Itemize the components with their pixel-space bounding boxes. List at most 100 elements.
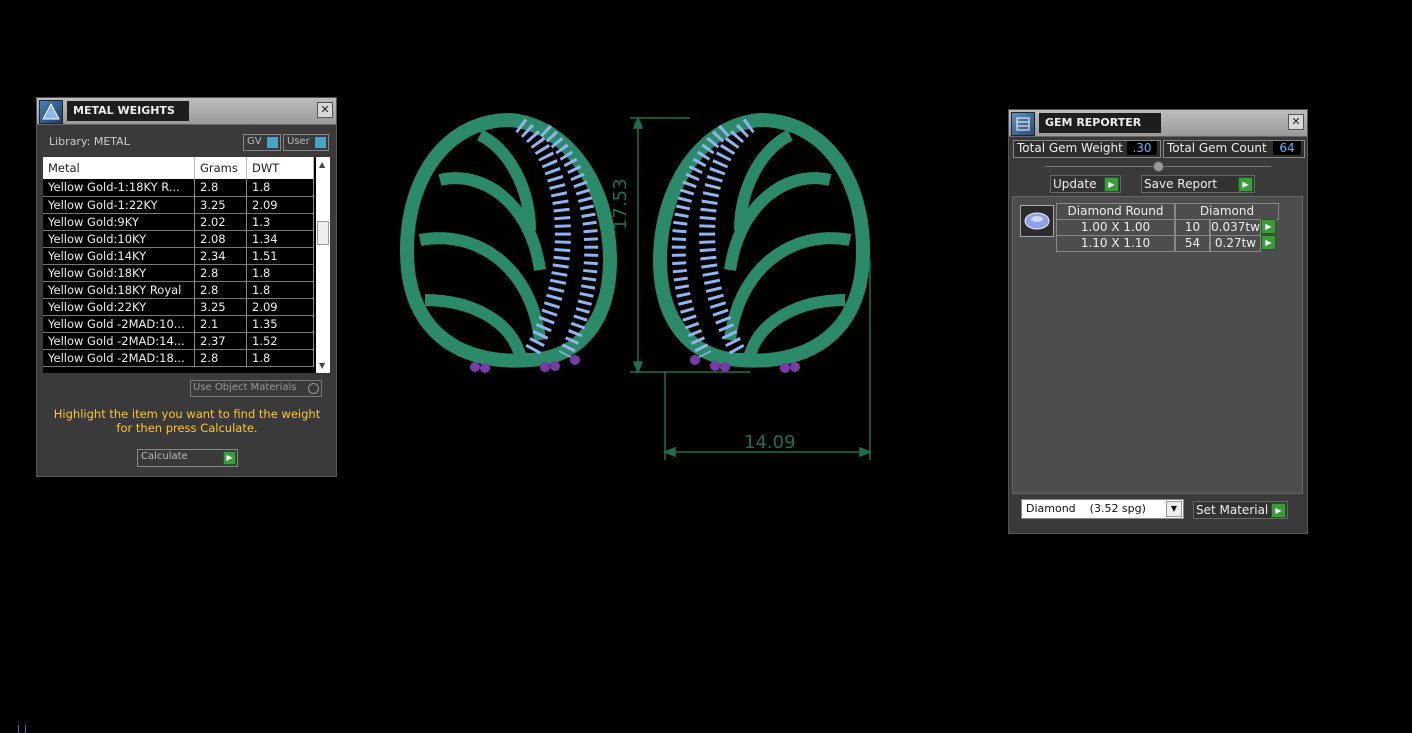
gem-material-header: Diamond — [1175, 203, 1279, 220]
calculate-button[interactable]: Calculate ▶ — [137, 449, 238, 467]
set-material-label: Set Material — [1196, 503, 1269, 517]
grams-cell: 3.25 — [194, 298, 247, 315]
use-object-materials-checkbox[interactable]: Use Object Materials — [190, 380, 322, 397]
grams-cell: 2.8 — [194, 349, 247, 366]
gem-reporter-title: GEM REPORTER — [1039, 113, 1161, 133]
material-select-value: Diamond (3.52 spg) — [1026, 502, 1146, 515]
table-row[interactable]: Yellow Gold -2MAD:14... 2.37 1.52 — [43, 332, 314, 349]
instruction-text: Highlight the item you want to find the … — [53, 407, 321, 435]
column-header-metal[interactable]: Metal — [43, 157, 195, 179]
total-count-value: 64 — [1273, 141, 1301, 155]
gem-report-area: Diamond Round Diamond 1.00 X 1.00 10 0.037… — [1012, 196, 1303, 494]
left-earring — [400, 112, 618, 373]
table-row[interactable]: Yellow Gold-1:18KY R... 2.8 1.8 — [43, 179, 314, 196]
dwt-cell: 1.8 — [246, 179, 314, 196]
metal-cell: Yellow Gold:10KY — [43, 230, 195, 247]
metal-weights-panel: METAL WEIGHTS ✕ Library: METAL GV User M… — [36, 97, 337, 477]
scrollbar[interactable]: ▲ ▼ — [316, 157, 330, 373]
chevron-down-icon[interactable]: ▼ — [1166, 501, 1182, 517]
scroll-down-icon[interactable]: ▼ — [319, 361, 325, 370]
gv-toggle[interactable]: GV — [243, 134, 281, 151]
grams-cell: 2.8 — [194, 264, 247, 281]
set-material-button[interactable]: Set Material ▶ — [1193, 501, 1288, 519]
dwt-cell: 1.3 — [246, 213, 314, 230]
save-report-button[interactable]: Save Report ▶ — [1141, 175, 1255, 193]
total-count-label: Total Gem Count — [1167, 141, 1267, 155]
dwt-cell: 1.34 — [246, 230, 314, 247]
grams-cell: 2.8 — [194, 179, 247, 196]
table-row[interactable]: Yellow Gold:18KY Royal 2.8 1.8 — [43, 281, 314, 298]
gem-size: 1.10 X 1.10 — [1056, 235, 1175, 252]
play-icon[interactable]: ▶ — [1261, 235, 1276, 250]
dwt-cell: 2.09 — [246, 196, 314, 213]
metal-cell: Yellow Gold -2MAD:18... — [43, 349, 195, 366]
total-weight-label: Total Gem Weight — [1017, 141, 1123, 155]
update-label: Update — [1053, 177, 1097, 191]
metal-weights-icon — [39, 100, 63, 124]
viewport-model — [400, 112, 873, 460]
table-row[interactable]: Yellow Gold:9KY 2.02 1.3 — [43, 213, 314, 230]
metal-cell: Yellow Gold:14KY — [43, 247, 195, 264]
gem-count: 10 — [1175, 219, 1210, 236]
gem-reporter-panel: GEM REPORTER ✕ Total Gem Weight .30 Tota… — [1008, 109, 1308, 534]
gem-table-header: Diamond Round Diamond — [1056, 203, 1279, 220]
dwt-cell: 2.09 — [246, 298, 314, 315]
close-icon[interactable]: ✕ — [1288, 114, 1304, 130]
right-earring — [652, 112, 870, 373]
use-object-materials-label: Use Object Materials — [193, 382, 297, 393]
scroll-thumb[interactable] — [317, 221, 329, 245]
toggle-icon — [267, 137, 278, 148]
total-count-field: Total Gem Count 64 — [1163, 140, 1305, 158]
grams-cell: 2.8 — [194, 281, 247, 298]
gem-row[interactable]: 1.10 X 1.10 54 0.27tw ▶ — [1056, 235, 1296, 252]
toggle-icon — [315, 137, 326, 148]
table-row[interactable]: Yellow Gold:10KY 2.08 1.34 — [43, 230, 314, 247]
library-label: Library: METAL — [49, 135, 130, 148]
gem-size: 1.00 X 1.00 — [1056, 219, 1175, 236]
total-weight-value: .30 — [1127, 141, 1157, 155]
table-row[interactable]: Yellow Gold -2MAD:18... 2.8 1.8 — [43, 349, 314, 366]
dwt-cell: 1.8 — [246, 281, 314, 298]
splitter-grip-icon[interactable] — [1153, 161, 1164, 172]
material-select[interactable]: Diamond (3.52 spg) ▼ — [1021, 499, 1184, 519]
table-row[interactable]: Yellow Gold:18KY 2.8 1.8 — [43, 264, 314, 281]
metal-cell: Yellow Gold -2MAD:10... — [43, 315, 195, 332]
column-header-dwt[interactable]: DWT — [246, 157, 314, 179]
save-report-label: Save Report — [1144, 177, 1218, 191]
metal-cell: Yellow Gold-1:22KY — [43, 196, 195, 213]
status-marker — [18, 725, 26, 733]
metal-table: Metal Grams DWT Yellow Gold-1:18KY R... 2… — [43, 157, 330, 373]
grams-cell: 2.1 — [194, 315, 247, 332]
column-header-grams[interactable]: Grams — [194, 157, 247, 179]
dimension-width-label: 14.09 — [744, 432, 796, 453]
grams-cell: 2.02 — [194, 213, 247, 230]
play-icon: ▶ — [1271, 503, 1286, 518]
diamond-round-icon[interactable] — [1020, 205, 1054, 237]
metal-cell: Yellow Gold -2MAD:14... — [43, 332, 195, 349]
grams-cell: 3.25 — [194, 196, 247, 213]
metal-weights-title: METAL WEIGHTS — [67, 101, 189, 121]
table-row[interactable]: Yellow Gold:22KY 3.25 2.09 — [43, 298, 314, 315]
gem-weight: 0.27tw — [1210, 235, 1261, 252]
scroll-up-icon[interactable]: ▲ — [319, 160, 325, 169]
table-row[interactable]: Yellow Gold:14KY 2.34 1.51 — [43, 247, 314, 264]
play-icon: ▶ — [1104, 177, 1119, 192]
user-toggle[interactable]: User — [283, 134, 329, 151]
play-icon: ▶ — [1238, 177, 1253, 192]
total-weight-field: Total Gem Weight .30 — [1013, 140, 1161, 158]
close-icon[interactable]: ✕ — [317, 102, 333, 118]
grams-cell: 2.37 — [194, 332, 247, 349]
gem-row[interactable]: 1.00 X 1.00 10 0.037tw ▶ — [1056, 219, 1296, 236]
metal-weights-titlebar[interactable]: METAL WEIGHTS ✕ — [37, 98, 336, 125]
table-row[interactable]: Yellow Gold-1:22KY 3.25 2.09 — [43, 196, 314, 213]
play-icon[interactable]: ▶ — [1261, 219, 1276, 234]
update-button[interactable]: Update ▶ — [1050, 175, 1121, 193]
gem-weight: 0.037tw — [1210, 219, 1261, 236]
dwt-cell: 1.51 — [246, 247, 314, 264]
metal-cell: Yellow Gold:22KY — [43, 298, 195, 315]
metal-cell: Yellow Gold-1:18KY R... — [43, 179, 195, 196]
metal-cell: Yellow Gold:18KY — [43, 264, 195, 281]
gem-reporter-titlebar[interactable]: GEM REPORTER ✕ — [1009, 110, 1307, 137]
gv-label: GV — [247, 136, 262, 147]
table-row[interactable]: Yellow Gold -2MAD:10... 2.1 1.35 — [43, 315, 314, 332]
